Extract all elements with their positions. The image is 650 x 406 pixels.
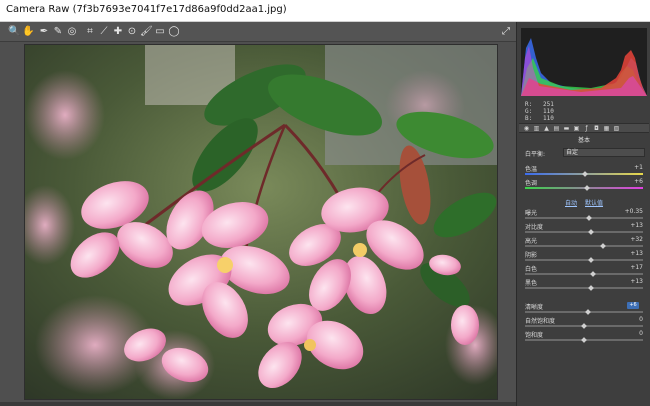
rgb-readout: R: 251 G: 110 B: 110 [525, 101, 554, 122]
slider-thumb[interactable] [585, 215, 592, 221]
color-sampler-tool-icon[interactable]: ✎ [52, 25, 64, 39]
temperature-value: +1 [634, 164, 643, 171]
auto-link[interactable]: 自动 [565, 198, 577, 207]
slider-label: 对比度 [525, 224, 544, 231]
panel-tabs: ◉ ▥ ▲ ▤ ▬ ▣ ƒ ◘ ▦ ▧ [519, 123, 649, 133]
right-panel: R: 251 G: 110 B: 110 ◉ ▥ ▲ ▤ ▬ ▣ ƒ ◘ ▦ ▧ 基本… [516, 22, 650, 406]
white-balance-label: 白平衡: [525, 151, 546, 158]
slider-value[interactable]: +32 [621, 236, 643, 243]
tint-label: 色调 [525, 180, 538, 187]
hand-tool-icon[interactable]: ✋ [22, 25, 34, 39]
graduated-filter-icon[interactable]: ▭ [154, 25, 166, 39]
slider-value[interactable]: +0.35 [621, 208, 643, 215]
spot-removal-tool-icon[interactable]: ✚ [112, 25, 124, 39]
temperature-label: 色温 [525, 166, 538, 173]
flower-photo-image [25, 45, 497, 399]
target-adjustment-tool-icon[interactable]: ◎ [66, 25, 78, 39]
tab-presets-icon[interactable]: ▦ [603, 125, 610, 132]
slider-value[interactable]: +6 [627, 302, 639, 309]
slider-value[interactable]: +17 [621, 264, 643, 271]
section-title: 基本 [577, 137, 590, 144]
r-value: 251 [543, 101, 554, 108]
slider-track[interactable] [525, 217, 643, 219]
slider-value[interactable]: 0 [621, 316, 643, 323]
r-label: R: [525, 101, 533, 108]
slider-value[interactable]: +13 [621, 278, 643, 285]
crop-tool-icon[interactable]: ⌗ [84, 25, 96, 39]
white-balance-select[interactable]: 自定 [563, 148, 645, 157]
photo-preview[interactable] [24, 44, 498, 400]
histogram [521, 28, 647, 96]
preview-footer [0, 402, 516, 406]
slider-track[interactable] [525, 259, 643, 261]
slider-label: 自然饱和度 [525, 318, 556, 325]
slider-track[interactable] [525, 245, 643, 247]
slider-label: 清晰度 [525, 304, 544, 311]
title-bar: Camera Raw (7f3b7693e7041f7e17d86a9f0dd2… [0, 0, 650, 22]
tab-camera-calibration-icon[interactable]: ◘ [593, 125, 600, 132]
slider-value[interactable]: +13 [621, 250, 643, 257]
tint-value: +6 [634, 178, 643, 185]
white-balance-value: 自定 [566, 149, 579, 156]
slider-value[interactable]: 0 [621, 330, 643, 337]
tab-basic-icon[interactable]: ◉ [523, 125, 530, 132]
slider-track[interactable] [525, 231, 643, 233]
slider-label: 阴影 [525, 252, 538, 259]
red-eye-tool-icon[interactable]: ⊙ [126, 25, 138, 39]
straighten-tool-icon[interactable]: ⟋ [98, 25, 110, 39]
white-balance-tool-icon[interactable]: ✒ [38, 25, 50, 39]
b-label: B: [525, 115, 533, 122]
tab-snapshots-icon[interactable]: ▧ [613, 125, 620, 132]
slider-thumb[interactable] [584, 309, 591, 315]
window-title: Camera Raw (7f3b7693e7041f7e17d86a9f0dd2… [6, 4, 287, 15]
slider-label: 曝光 [525, 210, 538, 217]
slider-track[interactable] [525, 287, 643, 289]
tab-effects-icon[interactable]: ƒ [583, 125, 590, 132]
tab-lens-icon[interactable]: ▣ [573, 125, 580, 132]
fullscreen-toggle-icon[interactable]: ⤢ [500, 25, 512, 39]
default-link[interactable]: 默认值 [585, 198, 603, 207]
slider-label: 白色 [525, 266, 538, 273]
g-value: 110 [543, 108, 554, 115]
slider-thumb[interactable] [600, 243, 606, 249]
zoom-tool-icon[interactable]: 🔍 [8, 25, 20, 39]
slider-label: 饱和度 [525, 332, 544, 339]
slider-track[interactable] [525, 273, 643, 275]
tab-split-toning-icon[interactable]: ▬ [563, 125, 570, 132]
b-value: 110 [543, 115, 554, 122]
tab-detail-icon[interactable]: ▲ [543, 125, 550, 132]
g-label: G: [525, 108, 533, 115]
tab-tone-curve-icon[interactable]: ▥ [533, 125, 540, 132]
radial-filter-icon[interactable]: ◯ [168, 25, 180, 39]
slider-value[interactable]: +13 [621, 222, 643, 229]
slider-label: 黑色 [525, 280, 538, 287]
slider-label: 高光 [525, 238, 538, 245]
adjustment-brush-icon[interactable]: 🖌 [140, 25, 153, 39]
tab-hsl-icon[interactable]: ▤ [553, 125, 560, 132]
